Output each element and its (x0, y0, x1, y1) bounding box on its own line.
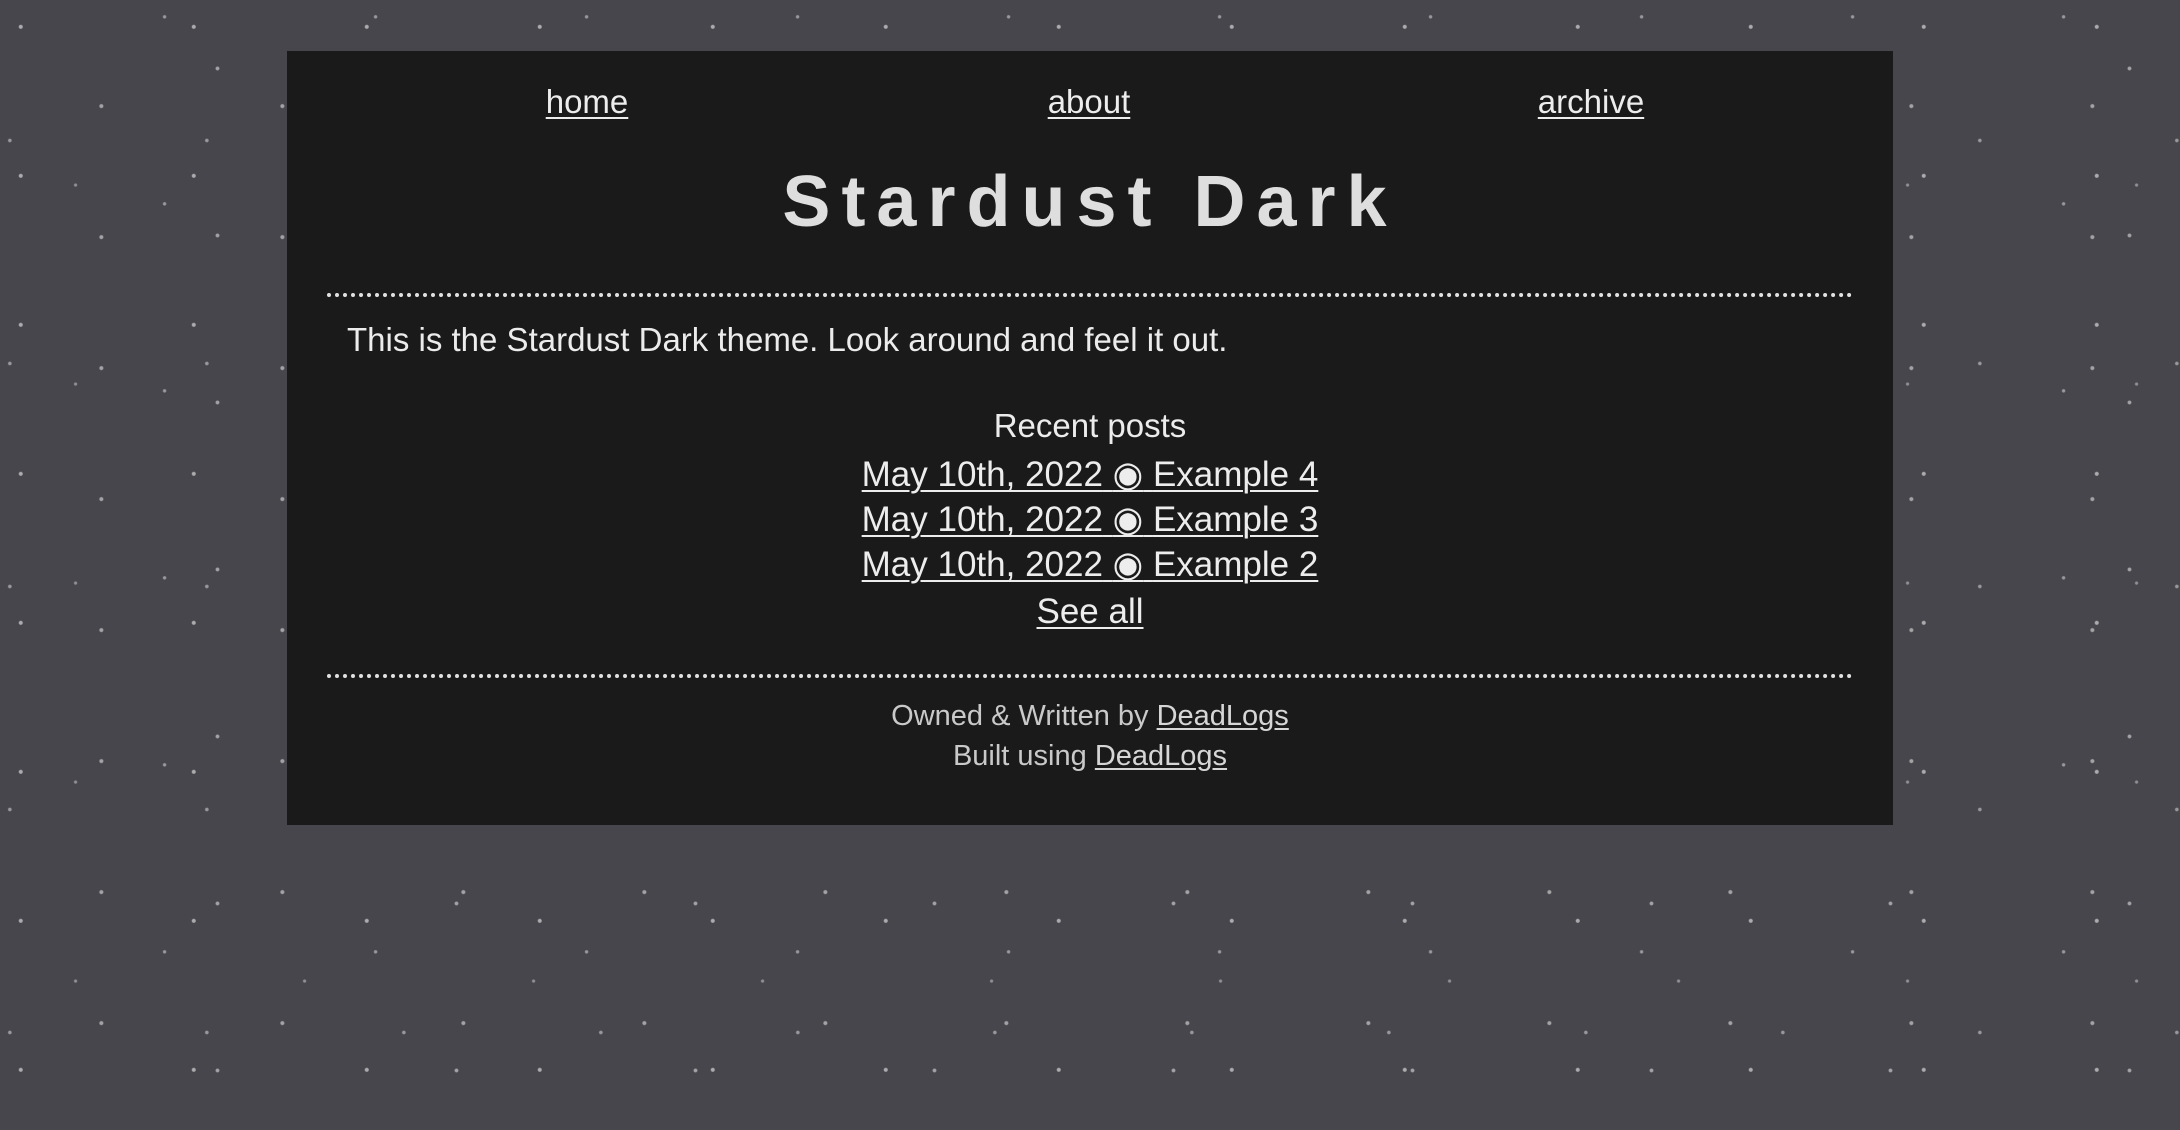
footer-owner-line: Owned & Written by DeadLogs (287, 696, 1893, 736)
site-footer: Owned & Written by DeadLogs Built using … (287, 696, 1893, 776)
post-link-example-2[interactable]: May 10th, 2022 ◉ Example 2 (862, 545, 1319, 584)
site-title: Stardust Dark (782, 162, 1398, 242)
post-date: May 10th, 2022 (861, 545, 1103, 584)
footer-built-link[interactable]: DeadLogs (1095, 740, 1227, 772)
bullet-icon: ◉ (1112, 500, 1144, 539)
recent-posts-list: May 10th, 2022 ◉ Example 4 May 10th, 202… (287, 452, 1893, 587)
see-all-link[interactable]: See all (1036, 589, 1143, 635)
recent-posts-heading: Recent posts (993, 407, 1187, 444)
post-title: Example 2 (1152, 545, 1319, 584)
divider-bottom (327, 674, 1853, 678)
post-link-example-4[interactable]: May 10th, 2022 ◉ Example 4 (862, 455, 1319, 494)
footer-owner-text: Owned & Written by (891, 700, 1149, 732)
recent-posts-section: Recent posts May 10th, 2022 ◉ Example 4 … (287, 406, 1893, 635)
content-panel: home about archive Stardust Dark This is… (287, 51, 1893, 825)
nav-link-about[interactable]: about (1048, 83, 1131, 121)
post-title: Example 3 (1152, 500, 1319, 539)
footer-built-line: Built using DeadLogs (287, 736, 1893, 776)
bullet-icon: ◉ (1112, 545, 1144, 584)
list-item: May 10th, 2022 ◉ Example 4 (287, 452, 1893, 497)
post-date: May 10th, 2022 (861, 500, 1103, 539)
top-nav: home about archive (287, 83, 1893, 127)
nav-link-home[interactable]: home (546, 83, 629, 121)
footer-built-text: Built using (952, 740, 1087, 772)
list-item: May 10th, 2022 ◉ Example 3 (287, 497, 1893, 542)
nav-link-archive[interactable]: archive (1538, 83, 1644, 121)
post-link-example-3[interactable]: May 10th, 2022 ◉ Example 3 (862, 500, 1319, 539)
post-title: Example 4 (1152, 455, 1319, 494)
footer-owner-link[interactable]: DeadLogs (1157, 700, 1289, 732)
divider-top (327, 293, 1853, 297)
list-item: May 10th, 2022 ◉ Example 2 (287, 542, 1893, 587)
bullet-icon: ◉ (1112, 455, 1144, 494)
intro-text: This is the Stardust Dark theme. Look ar… (347, 321, 1228, 358)
post-date: May 10th, 2022 (861, 455, 1103, 494)
